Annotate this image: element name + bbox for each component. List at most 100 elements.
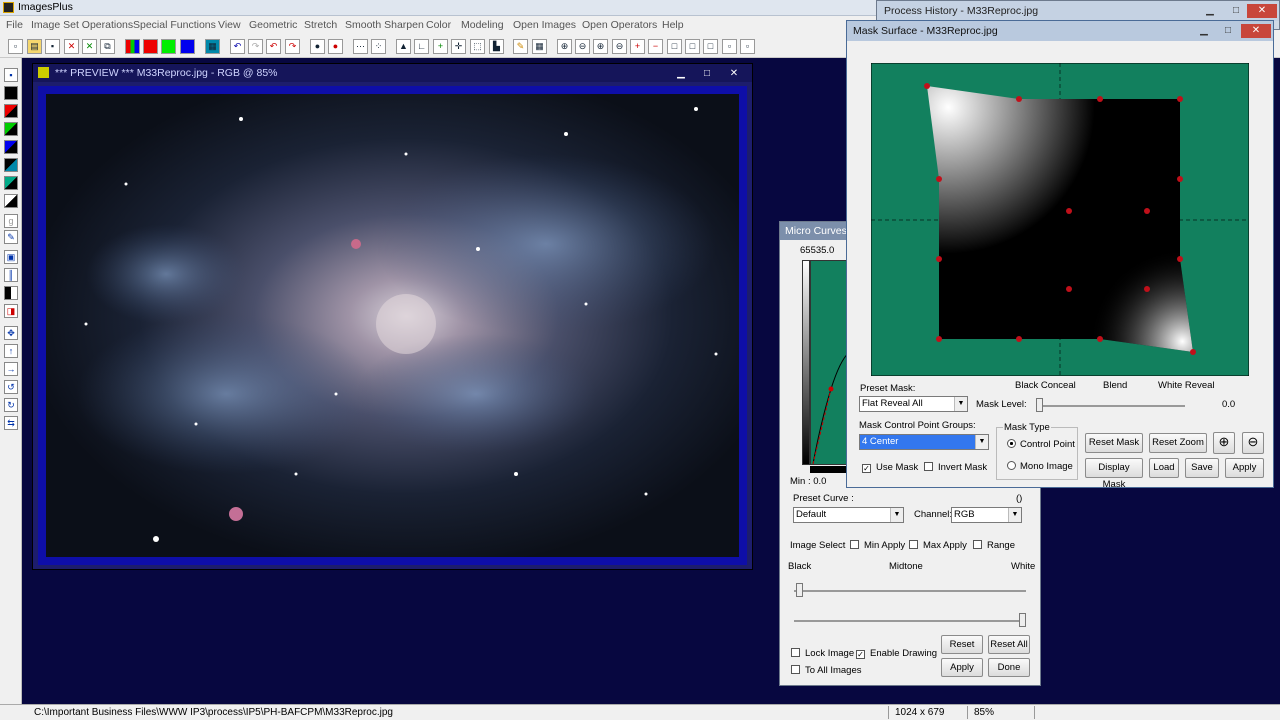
enable-drawing-checkbox[interactable]: ✓ Enable Drawing — [856, 648, 937, 659]
checkbox[interactable] — [791, 665, 800, 674]
checkbox-checked[interactable]: ✓ — [856, 650, 865, 659]
control-point[interactable] — [936, 336, 942, 342]
checkbox[interactable] — [973, 540, 982, 549]
control-point[interactable] — [1016, 96, 1022, 102]
copy-icon[interactable]: ⧉ — [100, 39, 115, 54]
levels-icon[interactable]: ║ — [4, 268, 18, 282]
menu-image-set-operations[interactable]: Image Set Operations — [31, 19, 133, 31]
control-point[interactable] — [924, 83, 930, 89]
min-apply-checkbox[interactable]: Min Apply — [850, 540, 905, 551]
box-2-icon[interactable]: □ — [685, 39, 700, 54]
control-point[interactable] — [1144, 208, 1150, 214]
add-icon[interactable]: + — [630, 39, 645, 54]
mask-level-track[interactable] — [1036, 405, 1185, 407]
pyramid-icon[interactable]: ▲ — [396, 39, 411, 54]
redo-icon[interactable]: ↷ — [248, 39, 263, 54]
undo-red-icon[interactable]: ↶ — [266, 39, 281, 54]
save-small-icon[interactable]: ▪ — [4, 68, 18, 82]
close-all-icon[interactable]: ✕ — [82, 39, 97, 54]
apply-button[interactable]: Apply — [1225, 458, 1264, 478]
close-button[interactable]: ✕ — [1247, 4, 1277, 18]
undo-icon[interactable]: ↶ — [230, 39, 245, 54]
close-button[interactable]: ✕ — [721, 67, 747, 81]
zoom-reset-icon[interactable]: ⊖ — [612, 39, 627, 54]
groups-select[interactable]: 4 Center ▼ — [859, 434, 989, 450]
red-black-icon[interactable] — [4, 104, 18, 118]
blue-channel-icon[interactable] — [180, 39, 195, 54]
bar-icon[interactable] — [4, 286, 18, 300]
menu-view[interactable]: View — [218, 19, 241, 31]
curve-plot[interactable] — [810, 260, 852, 465]
blue-black-icon[interactable] — [4, 140, 18, 154]
menu-special-functions[interactable]: Special Functions — [133, 19, 216, 31]
menu-file[interactable]: File — [6, 19, 23, 31]
zoom-out-icon[interactable]: ⊖ — [575, 39, 590, 54]
control-point[interactable] — [1097, 336, 1103, 342]
control-point[interactable] — [1144, 286, 1150, 292]
redo-red-icon[interactable]: ↷ — [285, 39, 300, 54]
reset-all-button[interactable]: Reset All — [988, 635, 1030, 654]
move-icon[interactable]: ✥ — [4, 326, 18, 340]
lock-image-checkbox[interactable]: Lock Image — [791, 648, 854, 659]
record-icon[interactable]: ● — [310, 39, 325, 54]
stop-icon[interactable]: ● — [328, 39, 343, 54]
box-5-icon[interactable]: ▫ — [740, 39, 755, 54]
control-point[interactable] — [936, 256, 942, 262]
menu-modeling[interactable]: Modeling — [461, 19, 504, 31]
dots-icon[interactable]: ⋯ — [353, 39, 368, 54]
menu-help[interactable]: Help — [662, 19, 684, 31]
mono-black-icon[interactable] — [4, 158, 18, 172]
mask-level-thumb[interactable] — [1036, 398, 1043, 412]
box-3-icon[interactable]: □ — [703, 39, 718, 54]
nodes-icon[interactable]: ⁘ — [371, 39, 386, 54]
close-icon[interactable]: ✕ — [64, 39, 79, 54]
minimize-button[interactable]: ▁ — [1191, 24, 1217, 38]
white-slider-track[interactable] — [794, 620, 1026, 622]
control-point[interactable] — [1016, 336, 1022, 342]
menu-smooth-sharpen[interactable]: Smooth Sharpen — [345, 19, 424, 31]
teal-black-icon[interactable] — [4, 176, 18, 190]
arrow-up-icon[interactable]: ↑ — [4, 344, 18, 358]
to-all-images-checkbox[interactable]: To All Images — [791, 665, 862, 676]
menu-stretch[interactable]: Stretch — [304, 19, 337, 31]
save-icon[interactable]: ▪ — [45, 39, 60, 54]
table-icon[interactable]: ▦ — [532, 39, 547, 54]
rgb-icon[interactable] — [125, 39, 140, 54]
radio-selected-icon[interactable] — [1007, 439, 1016, 448]
range-checkbox[interactable]: Range — [973, 540, 1015, 551]
pen-icon[interactable]: ✎ — [4, 230, 18, 244]
checkbox-checked[interactable]: ✓ — [862, 464, 871, 473]
control-point[interactable] — [936, 176, 942, 182]
picker-icon[interactable]: ◨ — [4, 304, 18, 318]
dark-icon[interactable] — [4, 194, 18, 208]
black-slider-track[interactable] — [794, 590, 1026, 592]
select-icon[interactable]: ⬚ — [470, 39, 485, 54]
rotate-right-icon[interactable]: ↻ — [4, 398, 18, 412]
zoom-fit-icon[interactable]: ⊕ — [593, 39, 608, 54]
reset-mask-button[interactable]: Reset Mask — [1085, 433, 1143, 453]
measure-icon[interactable]: ∟ — [414, 39, 429, 54]
preset-curve-select[interactable]: Default ▼ — [793, 507, 904, 523]
zoom-in-icon[interactable]: ⊕ — [557, 39, 572, 54]
remove-icon[interactable]: − — [648, 39, 663, 54]
control-point[interactable] — [1066, 286, 1072, 292]
flip-icon[interactable]: ⇆ — [4, 416, 18, 430]
stats-icon[interactable]: ▙ — [489, 39, 504, 54]
mono-image-radio[interactable]: Mono Image — [1007, 461, 1073, 472]
rotate-left-icon[interactable]: ↺ — [4, 380, 18, 394]
black-icon[interactable] — [4, 86, 18, 100]
max-apply-checkbox[interactable]: Max Apply — [909, 540, 967, 551]
checkbox[interactable] — [909, 540, 918, 549]
green-channel-icon[interactable] — [161, 39, 176, 54]
checkbox[interactable] — [791, 648, 800, 657]
brush-icon[interactable]: ɡ — [4, 214, 18, 228]
save-button[interactable]: Save — [1185, 458, 1219, 478]
crosshair-icon[interactable]: ✛ — [451, 39, 466, 54]
zoom-out-button[interactable]: ⊖ — [1242, 432, 1264, 454]
menu-color[interactable]: Color — [426, 19, 451, 31]
red-channel-icon[interactable] — [143, 39, 158, 54]
menu-open-operators[interactable]: Open Operators — [582, 19, 657, 31]
menu-geometric[interactable]: Geometric — [249, 19, 297, 31]
reset-zoom-button[interactable]: Reset Zoom — [1149, 433, 1207, 453]
control-point-radio[interactable]: Control Point — [1007, 439, 1075, 450]
